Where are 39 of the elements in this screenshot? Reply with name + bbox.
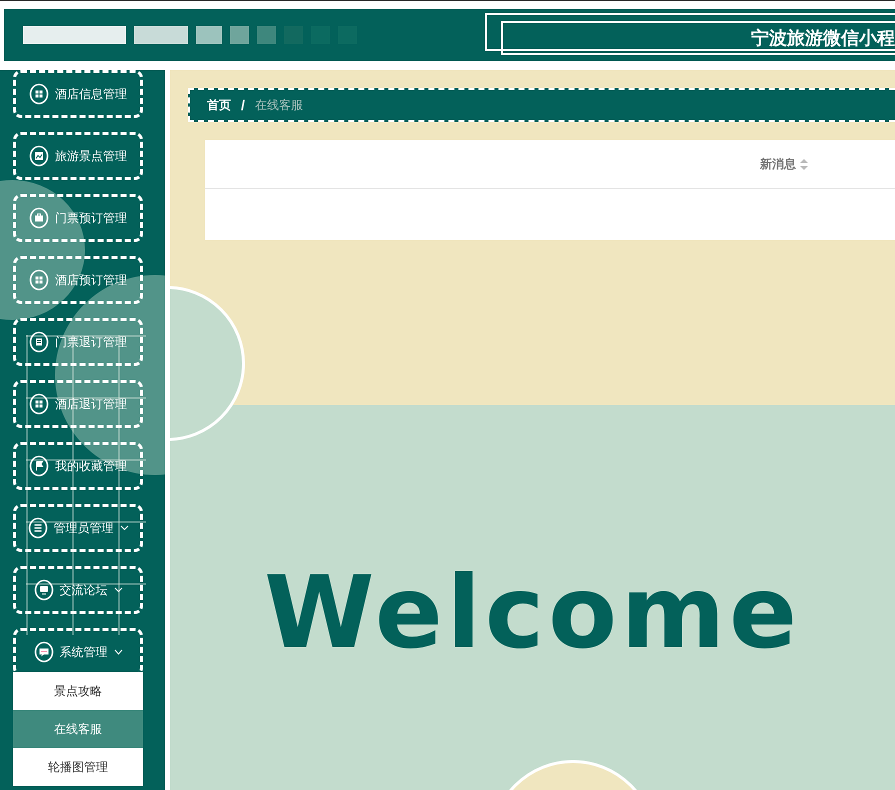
menu-item[interactable]: 酒店预订管理 — [13, 256, 143, 304]
monitor-icon — [34, 579, 54, 601]
breadcrumb-separator: / — [241, 97, 245, 113]
menu-item-label: 旅游景点管理 — [55, 148, 127, 164]
grid-icon — [29, 83, 49, 105]
menu-item[interactable]: 管理员管理 — [13, 504, 143, 552]
submenu-item[interactable]: 在线客服 — [13, 710, 143, 748]
menu-item-label: 交流论坛 — [60, 582, 108, 598]
menu-item-label: 管理员管理 — [54, 520, 114, 536]
menu-item[interactable]: 门票预订管理 — [13, 194, 143, 242]
menu-item[interactable]: 酒店信息管理 — [13, 70, 143, 118]
list-icon — [28, 517, 48, 539]
chart-icon — [29, 145, 49, 167]
menu-item-label: 我的收藏管理 — [55, 458, 127, 474]
submenu-item[interactable]: 轮播图管理 — [13, 748, 143, 786]
menu-item-label: 酒店退订管理 — [55, 396, 127, 412]
app-title: 宁波旅游微信小程 — [751, 27, 895, 50]
menu-item[interactable]: 门票退订管理 — [13, 318, 143, 366]
menu-item[interactable]: 我的收藏管理 — [13, 442, 143, 490]
menu-item-label: 门票预订管理 — [55, 210, 127, 226]
menu-item-label: 门票退订管理 — [55, 334, 127, 350]
sort-icon[interactable] — [800, 158, 808, 170]
menu-item[interactable]: 旅游景点管理 — [13, 132, 143, 180]
document-icon — [29, 331, 49, 353]
grid-icon — [29, 393, 49, 415]
breadcrumb-current: 在线客服 — [254, 96, 303, 114]
submenu-item[interactable]: 景点攻略 — [13, 672, 143, 710]
menu-item-label: 系统管理 — [60, 644, 108, 660]
menu-item-label: 酒店预订管理 — [55, 272, 127, 288]
menu-item[interactable]: 交流论坛 — [13, 566, 143, 614]
grid-icon — [29, 269, 49, 291]
briefcase-icon — [29, 207, 49, 229]
menu-item-label: 酒店信息管理 — [55, 86, 127, 102]
welcome-text: Welcome — [264, 554, 801, 671]
breadcrumb-link[interactable]: 首页 — [207, 96, 231, 114]
chat-bubble-icon — [34, 641, 54, 663]
flag-icon — [29, 455, 49, 477]
column-header[interactable]: 新消息 — [760, 156, 808, 172]
menu-item[interactable]: 酒店退订管理 — [13, 380, 143, 428]
